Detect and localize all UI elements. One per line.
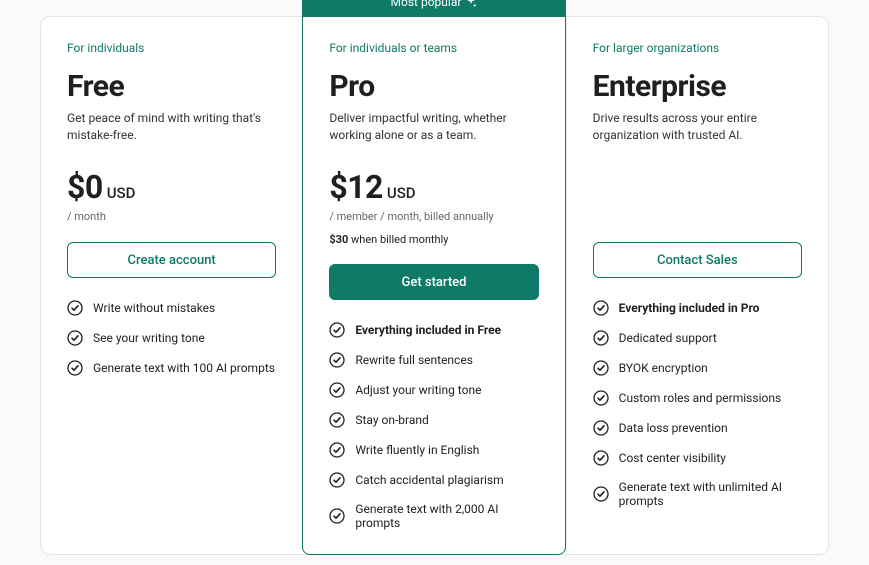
plan-name: Pro	[329, 69, 538, 104]
feature-text: Write fluently in English	[355, 443, 479, 457]
feature-text: Custom roles and permissions	[619, 391, 782, 405]
price-alternate: $30 when billed monthly	[329, 233, 538, 246]
plan-description: Deliver impactful writing, whether worki…	[329, 110, 538, 146]
feature-list: Everything included in Free Rewrite full…	[329, 322, 538, 530]
feature-text: Dedicated support	[619, 331, 717, 345]
feature-item: Generate text with unlimited AI prompts	[593, 480, 802, 508]
plan-price: $0 USD	[67, 168, 276, 206]
contact-sales-button[interactable]: Contact Sales	[593, 242, 802, 278]
feature-item: Data loss prevention	[593, 420, 802, 436]
price-currency: USD	[387, 184, 416, 202]
check-icon	[593, 486, 609, 502]
feature-item: Write without mistakes	[67, 300, 276, 316]
feature-item: Generate text with 100 AI prompts	[67, 360, 276, 376]
plan-audience: For larger organizations	[593, 41, 802, 55]
check-icon	[593, 390, 609, 406]
check-icon	[67, 330, 83, 346]
feature-item: Everything included in Pro	[593, 300, 802, 316]
feature-item: Stay on-brand	[329, 412, 538, 428]
feature-text: Data loss prevention	[619, 421, 728, 435]
price-period: / member / month, billed annually	[329, 210, 538, 223]
feature-text: BYOK encryption	[619, 361, 708, 375]
badge-label: Most popular	[391, 0, 462, 9]
feature-item: Adjust your writing tone	[329, 382, 538, 398]
check-icon	[329, 412, 345, 428]
feature-item: Write fluently in English	[329, 442, 538, 458]
feature-item: BYOK encryption	[593, 360, 802, 376]
plan-description: Get peace of mind with writing that's mi…	[67, 110, 276, 146]
feature-item: Dedicated support	[593, 330, 802, 346]
feature-text: Write without mistakes	[93, 301, 215, 315]
plan-free: For individuals Free Get peace of mind w…	[41, 17, 302, 554]
feature-list: Everything included in Pro Dedicated sup…	[593, 300, 802, 508]
plan-price	[593, 146, 802, 224]
check-icon	[593, 420, 609, 436]
check-icon	[67, 360, 83, 376]
feature-item: Custom roles and permissions	[593, 390, 802, 406]
feature-item: Rewrite full sentences	[329, 352, 538, 368]
plan-enterprise: For larger organizations Enterprise Driv…	[566, 17, 828, 554]
plan-audience: For individuals	[67, 41, 276, 55]
sparkle-icon	[465, 0, 477, 8]
price-amount: $12	[329, 168, 383, 206]
price-period: / month	[67, 210, 276, 223]
feature-item: See your writing tone	[67, 330, 276, 346]
feature-item: Cost center visibility	[593, 450, 802, 466]
feature-item: Generate text with 2,000 AI prompts	[329, 502, 538, 530]
check-icon	[593, 300, 609, 316]
price-amount: $0	[67, 168, 103, 206]
feature-text: Generate text with unlimited AI prompts	[619, 480, 802, 508]
check-icon	[67, 300, 83, 316]
check-icon	[329, 508, 345, 524]
check-icon	[329, 322, 345, 338]
plan-description: Drive results across your entire organiz…	[593, 110, 802, 146]
feature-text: Generate text with 2,000 AI prompts	[355, 502, 538, 530]
plan-name: Free	[67, 69, 276, 104]
get-started-button[interactable]: Get started	[329, 264, 538, 300]
most-popular-badge: Most popular	[302, 0, 565, 17]
feature-item: Catch accidental plagiarism	[329, 472, 538, 488]
feature-text: Catch accidental plagiarism	[355, 473, 503, 487]
feature-text: Generate text with 100 AI prompts	[93, 361, 275, 375]
feature-text: Cost center visibility	[619, 451, 726, 465]
pricing-table: For individuals Free Get peace of mind w…	[40, 16, 829, 555]
feature-text: Everything included in Free	[355, 323, 501, 337]
feature-text: Everything included in Pro	[619, 301, 760, 315]
check-icon	[329, 382, 345, 398]
alt-price-amount: $30	[329, 233, 348, 246]
check-icon	[329, 352, 345, 368]
create-account-button[interactable]: Create account	[67, 242, 276, 278]
feature-text: See your writing tone	[93, 331, 205, 345]
plan-pro: Most popular For individuals or teams Pr…	[302, 16, 565, 555]
check-icon	[593, 360, 609, 376]
feature-text: Stay on-brand	[355, 413, 428, 427]
price-currency: USD	[107, 184, 136, 202]
check-icon	[593, 330, 609, 346]
plan-price: $12 USD	[329, 168, 538, 206]
feature-item: Everything included in Free	[329, 322, 538, 338]
plan-audience: For individuals or teams	[329, 41, 538, 55]
feature-text: Rewrite full sentences	[355, 353, 473, 367]
check-icon	[593, 450, 609, 466]
check-icon	[329, 472, 345, 488]
alt-price-text: when billed monthly	[348, 233, 448, 246]
plan-name: Enterprise	[593, 69, 802, 104]
feature-list: Write without mistakes See your writing …	[67, 300, 276, 376]
feature-text: Adjust your writing tone	[355, 383, 481, 397]
check-icon	[329, 442, 345, 458]
